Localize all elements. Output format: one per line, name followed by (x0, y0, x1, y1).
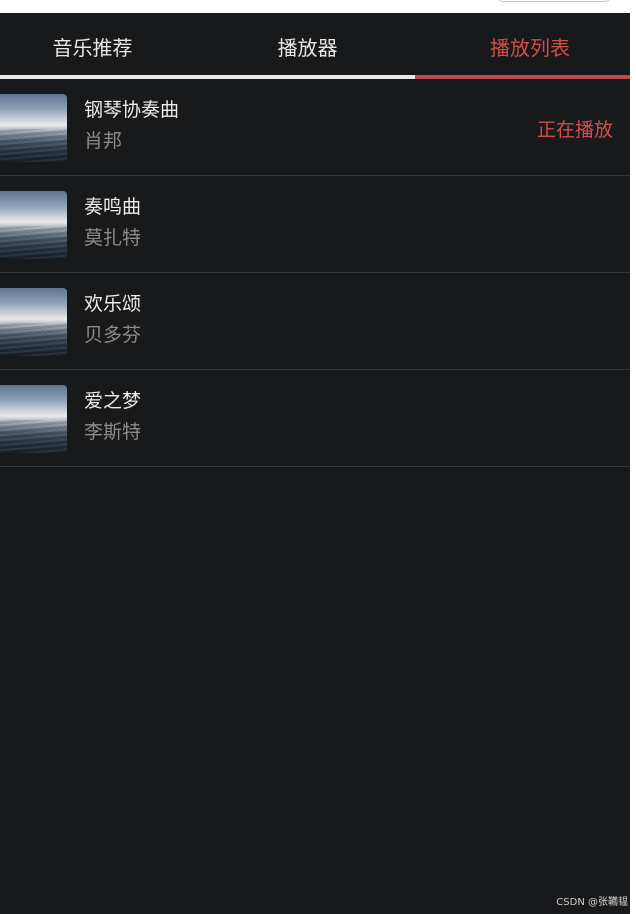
album-cover (0, 191, 67, 259)
playlist-item[interactable]: 爱之梦 李斯特 (0, 370, 630, 467)
watermark: CSDN @张韉韫 (556, 897, 628, 908)
tab-playlist[interactable]: 播放列表 (430, 13, 630, 79)
song-meta: 欢乐颂 贝多芬 (84, 292, 141, 347)
playlist: 钢琴协奏曲 肖邦 正在播放 奏鸣曲 莫扎特 欢乐颂 贝多芬 爱之梦 李斯特 (0, 79, 630, 467)
playlist-item[interactable]: 欢乐颂 贝多芬 (0, 273, 630, 370)
tab-bar: 音乐推荐 播放器 播放列表 (0, 13, 630, 79)
song-artist: 肖邦 (84, 130, 123, 152)
playlist-item[interactable]: 奏鸣曲 莫扎特 (0, 176, 630, 273)
playlist-item[interactable]: 钢琴协奏曲 肖邦 正在播放 (0, 79, 630, 176)
top-strip (0, 0, 630, 13)
app-frame: 音乐推荐 播放器 播放列表 钢琴协奏曲 肖邦 正在播放 奏鸣曲 莫扎特 欢乐颂 … (0, 0, 636, 914)
song-title: 钢琴协奏曲 (84, 99, 180, 121)
song-artist: 李斯特 (84, 421, 142, 443)
song-title: 奏鸣曲 (84, 196, 142, 218)
album-cover (0, 288, 67, 356)
song-title: 爱之梦 (84, 390, 142, 412)
top-pill (497, 0, 611, 2)
tab-music-recommend[interactable]: 音乐推荐 (0, 13, 185, 79)
song-artist: 贝多芬 (84, 324, 142, 346)
album-cover (0, 385, 67, 453)
album-cover (0, 94, 67, 162)
song-meta: 爱之梦 李斯特 (84, 389, 141, 444)
song-meta: 奏鸣曲 莫扎特 (84, 195, 141, 250)
song-meta: 钢琴协奏曲 肖邦 (84, 98, 179, 153)
scrollbar-gutter (630, 0, 636, 914)
now-playing-label: 正在播放 (536, 119, 613, 141)
tab-player[interactable]: 播放器 (185, 13, 430, 79)
song-artist: 莫扎特 (84, 227, 142, 249)
song-title: 欢乐颂 (84, 293, 142, 315)
